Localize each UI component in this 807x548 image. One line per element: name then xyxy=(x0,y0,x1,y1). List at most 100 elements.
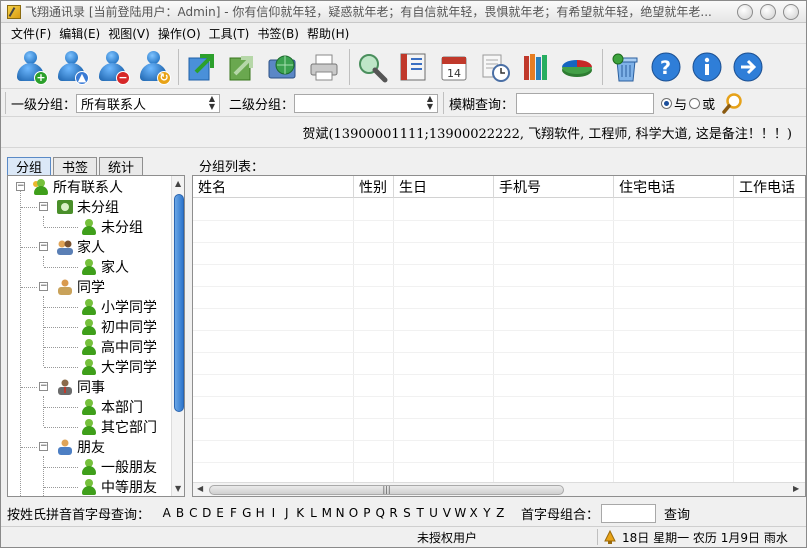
tree-node-other-departments[interactable]: 其它部门 xyxy=(80,417,157,437)
bookmark-button[interactable] xyxy=(394,48,432,86)
tree-node-ungrouped-child[interactable]: 未分组 xyxy=(80,217,143,237)
scroll-left-icon[interactable]: ◀ xyxy=(197,484,203,493)
refresh-contact-button[interactable]: ↻ xyxy=(134,48,172,86)
letter-z[interactable]: Z xyxy=(494,506,507,520)
letter-p[interactable]: P xyxy=(360,506,373,520)
menu-tools[interactable]: 工具(T) xyxy=(209,25,250,42)
letter-o[interactable]: O xyxy=(347,506,360,520)
tree-node-ordinary-friends[interactable]: 一般朋友 xyxy=(80,457,157,477)
tree-scrollbar[interactable]: ▲ ▼ xyxy=(171,176,184,496)
menu-help[interactable]: 帮助(H) xyxy=(307,25,349,42)
grid-horizontal-scrollbar[interactable]: ◀ ||| ▶ xyxy=(193,482,805,496)
tree-node-ungrouped[interactable]: 未分组 xyxy=(56,197,119,217)
menu-file[interactable]: 文件(F) xyxy=(11,25,51,42)
letter-r[interactable]: R xyxy=(387,506,400,520)
scroll-down-icon[interactable]: ▼ xyxy=(175,484,181,493)
letter-n[interactable]: N xyxy=(333,506,346,520)
menu-bookmarks[interactable]: 书签(B) xyxy=(257,25,299,42)
menu-edit[interactable]: 编辑(E) xyxy=(59,25,100,42)
letter-y[interactable]: Y xyxy=(480,506,493,520)
letter-k[interactable]: K xyxy=(293,506,306,520)
letter-i[interactable]: I xyxy=(267,506,280,520)
letter-m[interactable]: M xyxy=(320,506,333,520)
letter-f[interactable]: F xyxy=(227,506,240,520)
letter-j[interactable]: J xyxy=(280,506,293,520)
letter-a[interactable]: A xyxy=(160,506,173,520)
letter-v[interactable]: V xyxy=(440,506,453,520)
network-button[interactable] xyxy=(264,48,302,86)
scroll-up-icon[interactable]: ▲ xyxy=(175,179,181,188)
tree-collapse-toggle[interactable]: − xyxy=(39,442,48,451)
grid-scroll-thumb[interactable]: ||| xyxy=(209,485,564,495)
tree-node-junior-high[interactable]: 初中同学 xyxy=(80,317,157,337)
tree-node-primary-school[interactable]: 小学同学 xyxy=(80,297,157,317)
letter-u[interactable]: U xyxy=(427,506,440,520)
letter-s[interactable]: S xyxy=(400,506,413,520)
letter-c[interactable]: C xyxy=(187,506,200,520)
letter-h[interactable]: H xyxy=(253,506,266,520)
remove-contact-button[interactable]: − xyxy=(93,48,131,86)
column-mobile[interactable]: 手机号 xyxy=(494,176,614,198)
fuzzy-search-input[interactable] xyxy=(516,92,655,114)
level1-group-select[interactable]: 所有联系人 ▲ ▼ xyxy=(76,93,221,113)
export-button[interactable] xyxy=(223,48,261,86)
calendar-button[interactable]: 14 xyxy=(435,48,473,86)
import-button[interactable] xyxy=(182,48,220,86)
tree-node-friends[interactable]: 朋友 xyxy=(56,437,105,457)
tab-statistics[interactable]: 统计 xyxy=(99,157,144,176)
recycle-bin-button[interactable] xyxy=(606,48,644,86)
letter-x[interactable]: X xyxy=(467,506,480,520)
and-radio[interactable] xyxy=(661,97,673,109)
column-work-phone[interactable]: 工作电话 xyxy=(734,176,805,198)
maximize-button[interactable] xyxy=(760,4,776,20)
exit-button[interactable] xyxy=(729,48,767,86)
letter-g[interactable]: G xyxy=(240,506,253,520)
tree-node-senior-high[interactable]: 高中同学 xyxy=(80,337,157,357)
column-birthday[interactable]: 生日 xyxy=(394,176,494,198)
tree-node-family[interactable]: 家人 xyxy=(56,237,105,257)
tree-node-close-friends[interactable]: 中等朋友 xyxy=(80,477,157,496)
menu-operate[interactable]: 操作(O) xyxy=(158,25,201,42)
reminder-button[interactable] xyxy=(476,48,514,86)
tree-collapse-toggle[interactable]: − xyxy=(39,282,48,291)
letter-w[interactable]: W xyxy=(454,506,467,520)
tree-node-department[interactable]: 本部门 xyxy=(80,397,143,417)
query-button[interactable]: 查询 xyxy=(664,504,690,523)
tree-collapse-toggle[interactable]: − xyxy=(39,382,48,391)
scroll-right-icon[interactable]: ▶ xyxy=(793,484,799,493)
column-gender[interactable]: 性别 xyxy=(354,176,394,198)
letter-q[interactable]: Q xyxy=(374,506,387,520)
library-button[interactable] xyxy=(517,48,555,86)
tree-collapse-toggle[interactable]: − xyxy=(39,202,48,211)
tab-groups[interactable]: 分组 xyxy=(7,157,52,176)
about-button[interactable] xyxy=(688,48,726,86)
tree-collapse-toggle[interactable]: − xyxy=(16,182,25,191)
magnifier-icon[interactable] xyxy=(721,92,743,114)
letter-b[interactable]: B xyxy=(173,506,186,520)
tree-node-university[interactable]: 大学同学 xyxy=(80,357,157,377)
level2-group-select[interactable]: ▲ ▼ xyxy=(294,93,439,113)
letter-t[interactable]: T xyxy=(414,506,427,520)
statistics-button[interactable] xyxy=(558,48,596,86)
add-contact-button[interactable]: + xyxy=(11,48,49,86)
upload-contact-button[interactable]: ▲ xyxy=(52,48,90,86)
tree-node-classmates[interactable]: 同学 xyxy=(56,277,105,297)
tree-root-all-contacts[interactable]: 所有联系人 xyxy=(32,177,123,197)
letter-d[interactable]: D xyxy=(200,506,213,520)
tree-collapse-toggle[interactable]: − xyxy=(39,242,48,251)
letter-l[interactable]: L xyxy=(307,506,320,520)
tree-node-family-child[interactable]: 家人 xyxy=(80,257,129,277)
or-radio[interactable] xyxy=(689,97,701,109)
column-name[interactable]: 姓名 xyxy=(193,176,354,198)
search-contacts-button[interactable] xyxy=(353,48,391,86)
minimize-button[interactable] xyxy=(737,4,753,20)
tree-scroll-thumb[interactable] xyxy=(174,194,184,412)
tab-bookmarks[interactable]: 书签 xyxy=(53,157,98,176)
menu-view[interactable]: 视图(V) xyxy=(108,25,150,42)
initials-combo-input[interactable] xyxy=(600,503,656,523)
letter-e[interactable]: E xyxy=(213,506,226,520)
print-button[interactable] xyxy=(305,48,343,86)
close-button[interactable] xyxy=(783,4,799,20)
help-button[interactable]: ? xyxy=(647,48,685,86)
column-home-phone[interactable]: 住宅电话 xyxy=(614,176,734,198)
